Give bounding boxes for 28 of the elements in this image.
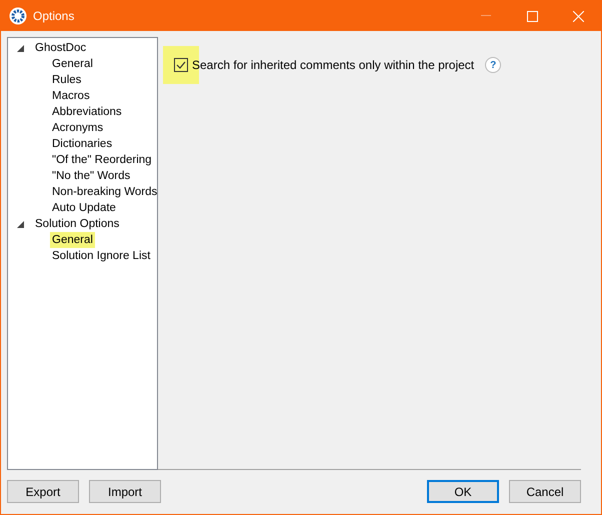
checkbox[interactable]: [174, 58, 188, 72]
gear-icon: [9, 7, 27, 25]
window-title: Options: [33, 9, 76, 23]
minimize-icon: [481, 15, 491, 17]
close-icon: [572, 10, 584, 22]
tree-item[interactable]: GhostDoc: [33, 40, 88, 56]
tree-item[interactable]: Dictionaries: [50, 136, 114, 152]
tree-item[interactable]: General: [50, 56, 95, 72]
dialog-button[interactable]: Import: [89, 480, 161, 503]
tree-item[interactable]: Acronyms: [50, 120, 106, 136]
tree-item[interactable]: Auto Update: [50, 200, 118, 216]
tree-item[interactable]: Solution Options: [33, 216, 122, 232]
tree-item[interactable]: "Of the" Reordering: [50, 152, 154, 168]
expander-icon[interactable]: [17, 44, 24, 52]
dialog-button[interactable]: Cancel: [509, 480, 581, 503]
tree-item[interactable]: General: [50, 232, 95, 248]
help-button[interactable]: ?: [485, 57, 502, 73]
tree-item[interactable]: Non-breaking Words: [50, 184, 160, 200]
option-label: Search for inherited comments only within the project: [192, 58, 474, 72]
expander-icon[interactable]: [17, 220, 24, 228]
tree-item[interactable]: Solution Ignore List: [50, 248, 152, 264]
tree-item[interactable]: "No the" Words: [50, 168, 132, 184]
tree-item[interactable]: Macros: [50, 88, 92, 104]
dialog-button[interactable]: Export: [7, 480, 79, 503]
tree-item[interactable]: Abbreviations: [50, 104, 124, 120]
maximize-icon: [526, 10, 538, 22]
tree-item[interactable]: Rules: [50, 72, 84, 88]
dialog-button[interactable]: OK: [427, 480, 499, 503]
